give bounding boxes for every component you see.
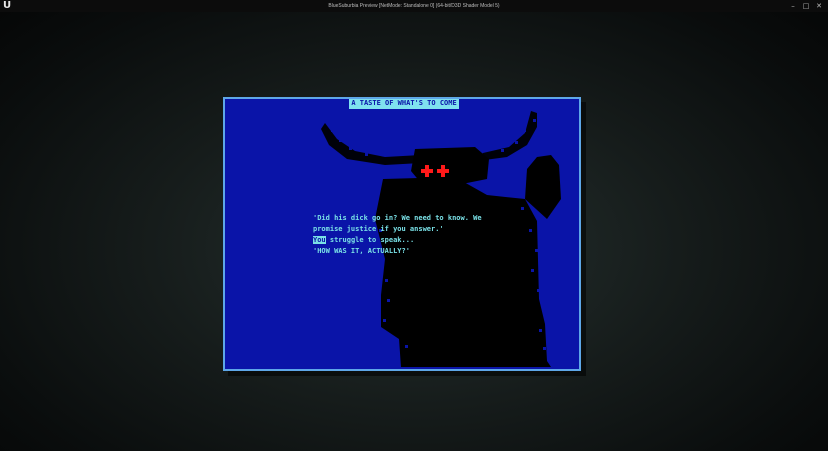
minimize-icon[interactable]: – xyxy=(786,0,800,12)
dialog-line-3: You struggle to speak... xyxy=(313,235,503,246)
dialog-line-2: promise justice if you answer.' xyxy=(313,225,444,233)
dialog-line-4: 'HOW WAS IT, ACTUALLY?' xyxy=(313,247,410,255)
dialog-text: 'Did his dick go in? We need to know. We… xyxy=(313,213,503,257)
close-icon[interactable]: ✕ xyxy=(812,0,826,12)
dialog-line-1: 'Did his dick go in? We need to know. We xyxy=(313,214,482,222)
maximize-icon[interactable]: □ xyxy=(799,0,813,12)
title-bar[interactable]: U BlueSuburbia Preview [NetMode: Standal… xyxy=(0,0,828,12)
dialog-line-3-rest: struggle to speak... xyxy=(325,236,415,244)
window-title: BlueSuburbia Preview [NetMode: Standalon… xyxy=(328,3,500,9)
dialog-panel: A TASTE OF WHAT'S TO COME 'Did his dick … xyxy=(223,97,581,371)
text-cursor-highlight: You xyxy=(313,236,326,244)
panel-title: A TASTE OF WHAT'S TO COME xyxy=(349,99,459,109)
game-window: U BlueSuburbia Preview [NetMode: Standal… xyxy=(0,0,828,451)
